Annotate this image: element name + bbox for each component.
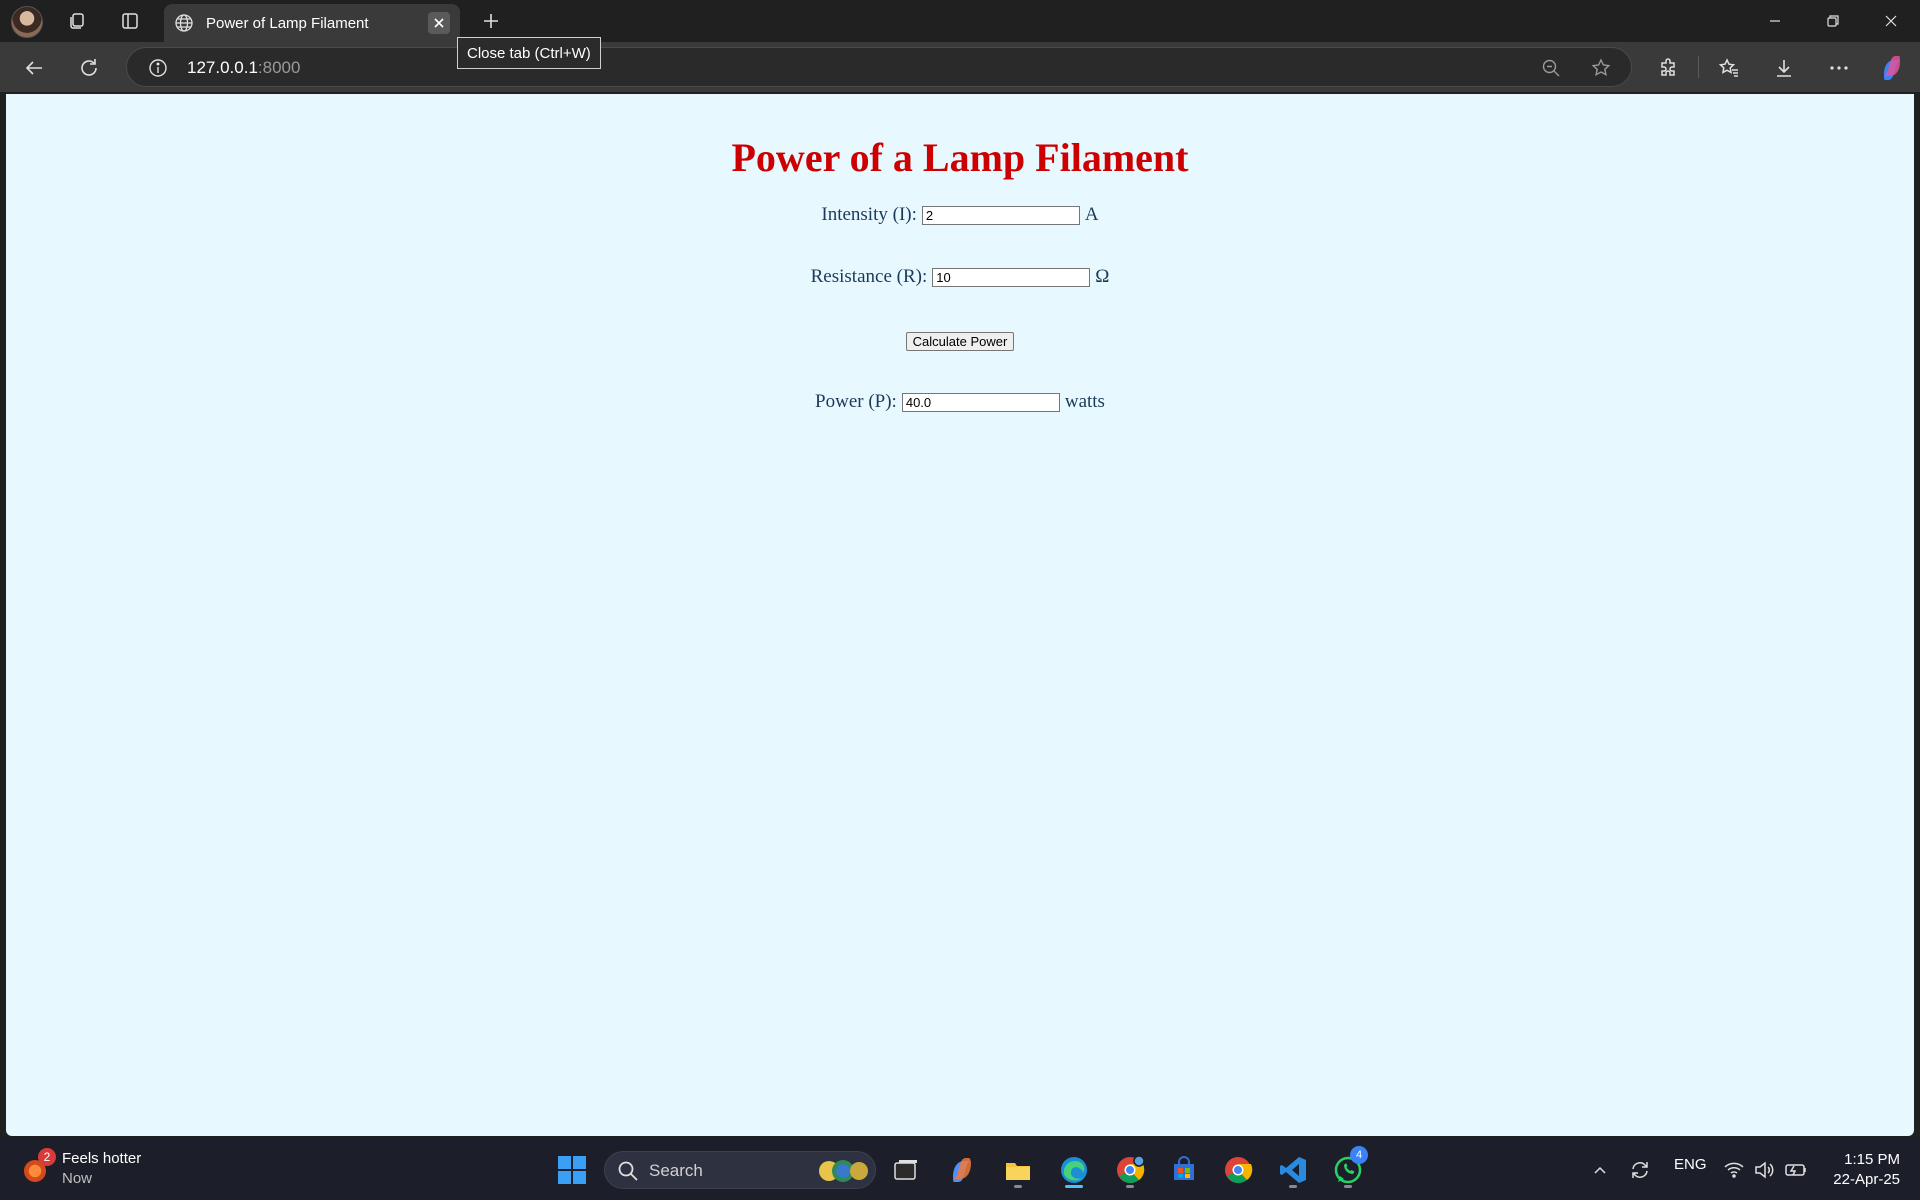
chrome-profile-icon[interactable] — [1110, 1150, 1150, 1190]
favorites-icon[interactable] — [1711, 50, 1747, 86]
task-view-icon[interactable] — [886, 1150, 926, 1190]
whatsapp-icon[interactable]: 4 — [1328, 1146, 1368, 1190]
workspaces-icon[interactable] — [59, 6, 95, 36]
windows-icon — [558, 1156, 586, 1184]
title-bar: Power of Lamp Filament — [0, 0, 1920, 42]
running-indicator — [1014, 1185, 1022, 1188]
system-clock[interactable]: 1:15 PM 22-Apr-25 — [1820, 1150, 1900, 1190]
navigation-bar: 127.0.0.1:8000 — [0, 42, 1920, 92]
vscode-icon[interactable] — [1273, 1150, 1313, 1190]
close-tab-icon[interactable] — [428, 12, 450, 34]
minimize-button[interactable] — [1746, 0, 1804, 42]
more-options-icon[interactable] — [1821, 50, 1857, 86]
downloads-icon[interactable] — [1766, 50, 1802, 86]
resistance-label: Resistance (R): — [810, 266, 928, 287]
resistance-unit: Ω — [1095, 266, 1110, 287]
copilot-icon[interactable] — [1874, 50, 1910, 86]
intensity-input[interactable] — [921, 205, 1080, 225]
search-highlight-icon — [815, 1156, 871, 1191]
whatsapp-badge: 4 — [1350, 1146, 1368, 1164]
sync-icon[interactable] — [1620, 1150, 1660, 1190]
close-tab-tooltip: Close tab (Ctrl+W) — [457, 37, 601, 69]
url-port: :8000 — [257, 58, 301, 77]
favorite-star-icon[interactable] — [1589, 56, 1613, 80]
close-window-button[interactable] — [1862, 0, 1920, 42]
power-label: Power (P): — [815, 391, 897, 412]
microsoft-store-icon[interactable] — [1164, 1150, 1204, 1190]
show-hidden-icons-chevron-icon[interactable] — [1580, 1150, 1620, 1190]
profile-avatar[interactable] — [11, 6, 43, 38]
restore-button[interactable] — [1804, 0, 1862, 42]
weather-widget[interactable]: 2 Feels hotter Now — [24, 1148, 184, 1192]
page-title: Power of a Lamp Filament — [731, 135, 1189, 180]
search-placeholder: Search — [649, 1161, 703, 1180]
tab-active[interactable]: Power of Lamp Filament — [164, 4, 460, 42]
taskbar: 2 Feels hotter Now Search 4 ENG 1:15 PM … — [0, 1138, 1920, 1200]
weather-badge: 2 — [38, 1148, 56, 1166]
start-button[interactable] — [552, 1150, 592, 1190]
extensions-icon[interactable] — [1651, 50, 1687, 86]
power-output[interactable] — [901, 392, 1060, 412]
calculate-row: Calculate Power — [6, 332, 1914, 351]
resistance-input[interactable] — [932, 267, 1091, 287]
web-page: Power of a Lamp Filament Intensity (I): … — [6, 94, 1914, 1136]
intensity-label: Intensity (I): — [821, 204, 917, 225]
running-indicator — [1126, 1185, 1134, 1188]
file-explorer-icon[interactable] — [998, 1150, 1038, 1190]
site-info-icon[interactable] — [147, 57, 169, 79]
weather-subtitle: Now — [62, 1170, 93, 1187]
globe-icon — [172, 11, 196, 35]
clock-date: 22-Apr-25 — [1833, 1171, 1900, 1188]
power-row: Power (P): watts — [6, 391, 1914, 413]
copilot-app-icon[interactable] — [942, 1150, 982, 1190]
zoom-out-icon[interactable] — [1539, 56, 1563, 80]
clock-time: 1:15 PM — [1844, 1151, 1900, 1168]
new-tab-button[interactable] — [476, 6, 506, 36]
vertical-tabs-icon[interactable] — [112, 6, 148, 36]
url-text: 127.0.0.1:8000 — [187, 58, 300, 78]
address-bar[interactable]: 127.0.0.1:8000 — [126, 47, 1632, 87]
refresh-icon[interactable] — [71, 50, 107, 86]
search-icon — [617, 1160, 639, 1187]
edge-browser-icon[interactable] — [1054, 1150, 1094, 1190]
chrome-icon[interactable] — [1218, 1150, 1258, 1190]
power-unit: watts — [1064, 391, 1105, 412]
running-indicator — [1289, 1185, 1297, 1188]
back-icon[interactable] — [16, 50, 52, 86]
tab-title: Power of Lamp Filament — [206, 14, 369, 32]
toolbar-separator — [1698, 56, 1699, 78]
running-indicator — [1344, 1185, 1352, 1188]
intensity-row: Intensity (I): A — [6, 204, 1914, 226]
weather-title: Feels hotter — [62, 1150, 142, 1167]
resistance-row: Resistance (R): Ω — [6, 266, 1914, 288]
taskbar-search[interactable]: Search — [604, 1151, 876, 1189]
calculate-power-button[interactable]: Calculate Power — [905, 332, 1015, 351]
url-host: 127.0.0.1 — [187, 58, 258, 77]
intensity-unit: A — [1084, 204, 1099, 225]
active-indicator — [1065, 1185, 1083, 1188]
language-indicator[interactable]: ENG — [1674, 1156, 1707, 1173]
battery-icon[interactable] — [1776, 1150, 1816, 1190]
